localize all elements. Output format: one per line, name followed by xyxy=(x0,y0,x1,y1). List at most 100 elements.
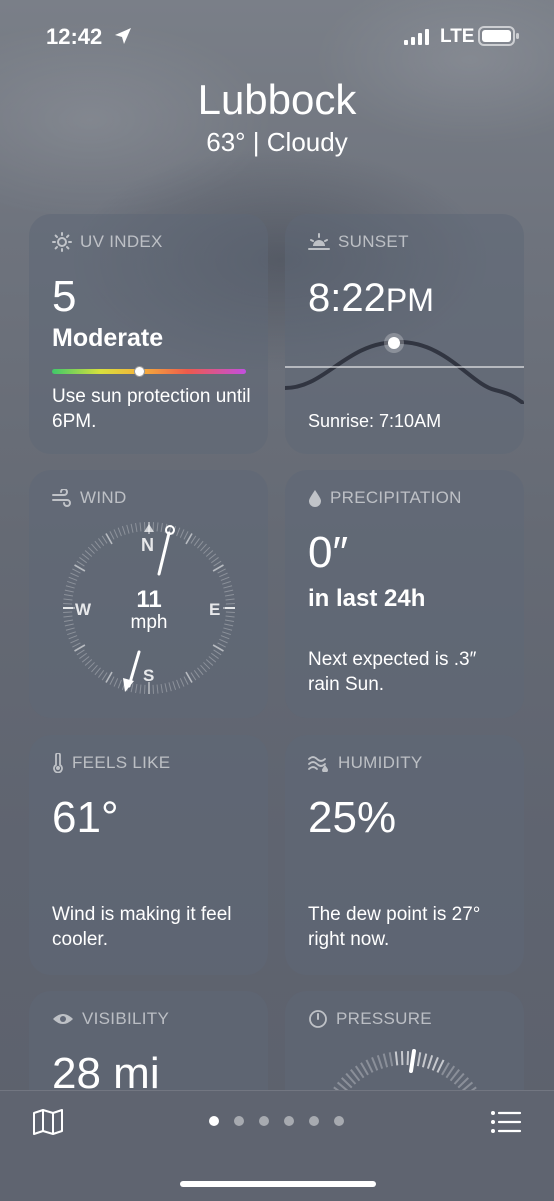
pressure-tick xyxy=(378,1055,382,1068)
compass-tick xyxy=(218,569,226,573)
compass-tick xyxy=(66,586,75,588)
precipitation-period: in last 24h xyxy=(308,585,425,613)
compass-tick xyxy=(85,660,92,666)
compass-tick xyxy=(226,616,235,617)
compass-tick xyxy=(102,536,107,544)
compass-tick xyxy=(225,620,234,621)
sun-icon xyxy=(52,232,72,252)
compass-tick xyxy=(223,628,232,630)
drop-icon xyxy=(308,489,322,507)
list-icon[interactable] xyxy=(490,1109,522,1135)
page-dot[interactable] xyxy=(284,1116,294,1126)
sunset-header: SUNSET xyxy=(308,232,409,252)
compass-tick xyxy=(122,526,125,535)
compass-tick xyxy=(110,531,114,539)
compass-tick xyxy=(91,544,97,551)
compass-tick xyxy=(98,538,103,545)
compass-tick xyxy=(203,547,209,553)
compass-tick xyxy=(64,620,73,621)
compass-tick xyxy=(69,577,77,580)
pressure-tick xyxy=(437,1060,443,1073)
compass-n: N xyxy=(141,535,154,556)
pressure-tick xyxy=(384,1054,387,1068)
uv-index-card[interactable]: UV INDEX 5 Moderate Use sun protection u… xyxy=(29,214,268,454)
wind-speed: 11 xyxy=(119,586,179,614)
pressure-tick xyxy=(423,1054,426,1068)
compass-tick xyxy=(161,684,162,693)
uv-level: Moderate xyxy=(52,324,163,353)
feels-like-header: FEELS LIKE xyxy=(52,753,170,773)
compass-tick xyxy=(180,529,184,537)
humidity-card[interactable]: HUMIDITY 25% The dew point is 27° right … xyxy=(285,735,524,975)
wind-card[interactable]: WIND N E S W 11 mph xyxy=(29,470,268,718)
pressure-tick xyxy=(361,1063,368,1075)
compass-tick xyxy=(91,665,97,672)
compass-tick xyxy=(140,685,141,694)
wind-title: WIND xyxy=(80,488,127,508)
compass-tick xyxy=(67,581,76,584)
compass-tick xyxy=(206,660,213,666)
compass-tick xyxy=(211,653,218,658)
status-time: 12:42 xyxy=(46,24,102,50)
humidity-value: 25% xyxy=(308,793,396,843)
compass-tick xyxy=(184,531,188,539)
compass-tick xyxy=(224,624,233,626)
compass-tick xyxy=(140,522,141,531)
compass-tick xyxy=(223,586,232,588)
page-dot[interactable] xyxy=(209,1116,219,1126)
location-arrow-icon xyxy=(113,26,133,46)
thermometer-icon xyxy=(52,753,64,773)
compass-tick xyxy=(88,547,94,553)
feels-like-title: FEELS LIKE xyxy=(72,753,170,773)
compass-tick xyxy=(221,636,229,639)
compass-tick xyxy=(211,557,218,562)
pressure-tick xyxy=(433,1057,438,1070)
compass-tick xyxy=(161,523,162,532)
compass-tick xyxy=(70,573,78,577)
uv-description: Use sun protection until 6PM. xyxy=(52,384,257,434)
page-indicator[interactable] xyxy=(209,1116,344,1126)
sunrise-time: Sunrise: 7:10AM xyxy=(308,409,513,434)
feels-like-card[interactable]: FEELS LIKE 61° Wind is making it feel co… xyxy=(29,735,268,975)
precipitation-description: Next expected is .3″ rain Sun. xyxy=(308,647,513,697)
compass-tick xyxy=(88,662,94,668)
compass-tick xyxy=(180,678,184,686)
pressure-tick xyxy=(366,1060,372,1073)
compass-tick xyxy=(173,681,176,690)
page-dot[interactable] xyxy=(334,1116,344,1126)
map-icon[interactable] xyxy=(32,1108,64,1136)
compass-tick xyxy=(201,544,207,551)
compass-w: W xyxy=(75,600,91,620)
feels-like-description: Wind is making it feel cooler. xyxy=(52,902,257,952)
page-dot[interactable] xyxy=(234,1116,244,1126)
sunset-time-suffix: PM xyxy=(386,282,434,318)
compass-tick xyxy=(131,524,133,533)
compass-tick xyxy=(222,632,231,635)
compass-tick xyxy=(85,550,92,556)
feels-like-value: 61° xyxy=(52,793,119,843)
compass-tick xyxy=(197,541,203,548)
compass-tick xyxy=(127,525,129,534)
compass-tick xyxy=(70,639,78,643)
compass-tick xyxy=(226,599,235,600)
page-dot[interactable] xyxy=(259,1116,269,1126)
page-dot[interactable] xyxy=(309,1116,319,1126)
compass-tick xyxy=(222,581,231,584)
precipitation-header: PRECIPITATION xyxy=(308,488,462,508)
battery-icon xyxy=(478,26,520,46)
compass-tick xyxy=(224,590,233,592)
compass-tick xyxy=(157,522,158,531)
compass-tick xyxy=(214,650,222,655)
visibility-header: VISIBILITY xyxy=(52,1009,169,1029)
compass-tick xyxy=(95,541,101,548)
compass-tick xyxy=(191,673,196,681)
compass-tick xyxy=(177,680,180,688)
sunset-card[interactable]: SUNSET 8:22PM Sunrise: 7:10AM xyxy=(285,214,524,454)
pressure-tick xyxy=(390,1052,392,1066)
precipitation-title: PRECIPITATION xyxy=(330,488,462,508)
uv-header: UV INDEX xyxy=(52,232,163,252)
sun-path-graph xyxy=(285,324,524,404)
uv-marker xyxy=(134,366,145,377)
compass-tick xyxy=(82,656,89,662)
precipitation-card[interactable]: PRECIPITATION 0″ in last 24h Next expect… xyxy=(285,470,524,718)
